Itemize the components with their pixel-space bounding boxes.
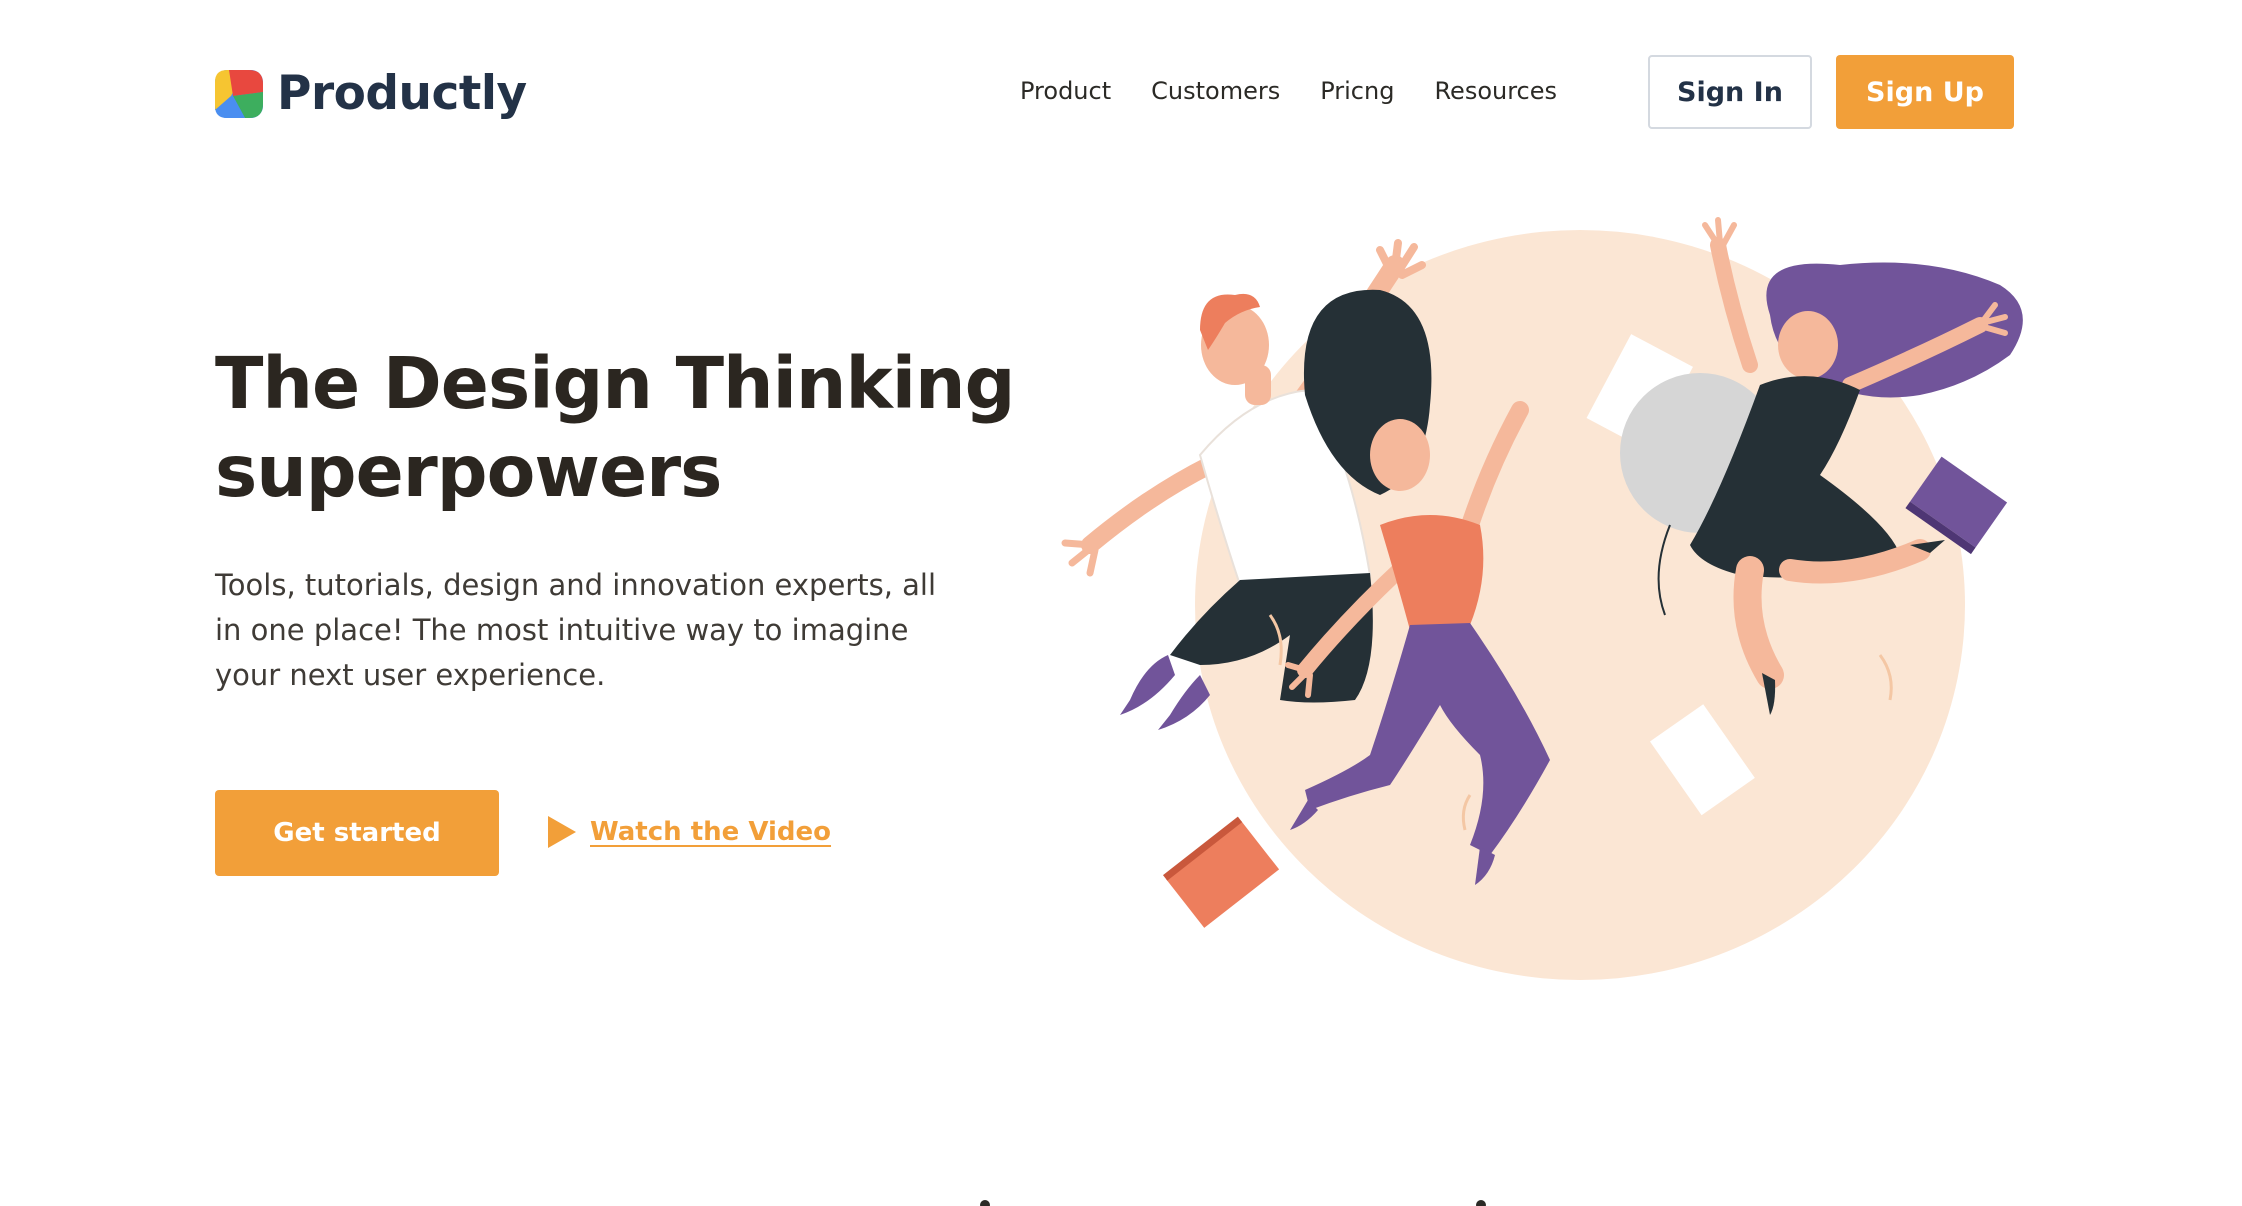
main-nav: Product Customers Pricng Resources	[1020, 74, 1557, 108]
decorative-dot	[1476, 1200, 1486, 1206]
woman-right-head	[1778, 311, 1838, 379]
nav-item-product[interactable]: Product	[1020, 74, 1111, 108]
nav-item-customers[interactable]: Customers	[1151, 74, 1280, 108]
productly-logo-icon	[215, 69, 263, 118]
sign-up-button[interactable]: Sign Up	[1836, 55, 2014, 129]
landing-page: Productly Product Customers Pricng Resou…	[0, 0, 2242, 1206]
nav-item-resources[interactable]: Resources	[1434, 74, 1557, 108]
hero-subtitle: Tools, tutorials, design and innovation …	[215, 568, 937, 692]
get-started-button[interactable]: Get started	[215, 790, 499, 876]
watch-video-label: Watch the Video	[590, 817, 832, 847]
brand-name: Productly	[277, 66, 527, 121]
decorative-dot	[980, 1200, 990, 1206]
brand-logo[interactable]: Productly	[215, 66, 527, 121]
hero-title: The Design Thinking superpowers	[215, 342, 1015, 513]
sign-in-button[interactable]: Sign In	[1648, 55, 1812, 129]
play-icon	[548, 816, 576, 848]
jumping-people-illustration	[1061, 217, 2023, 980]
watch-video-link[interactable]: Watch the Video	[548, 816, 831, 848]
coral-book-icon	[1162, 816, 1280, 928]
woman-center-head	[1370, 419, 1430, 491]
nav-item-pricing[interactable]: Pricng	[1320, 74, 1394, 108]
